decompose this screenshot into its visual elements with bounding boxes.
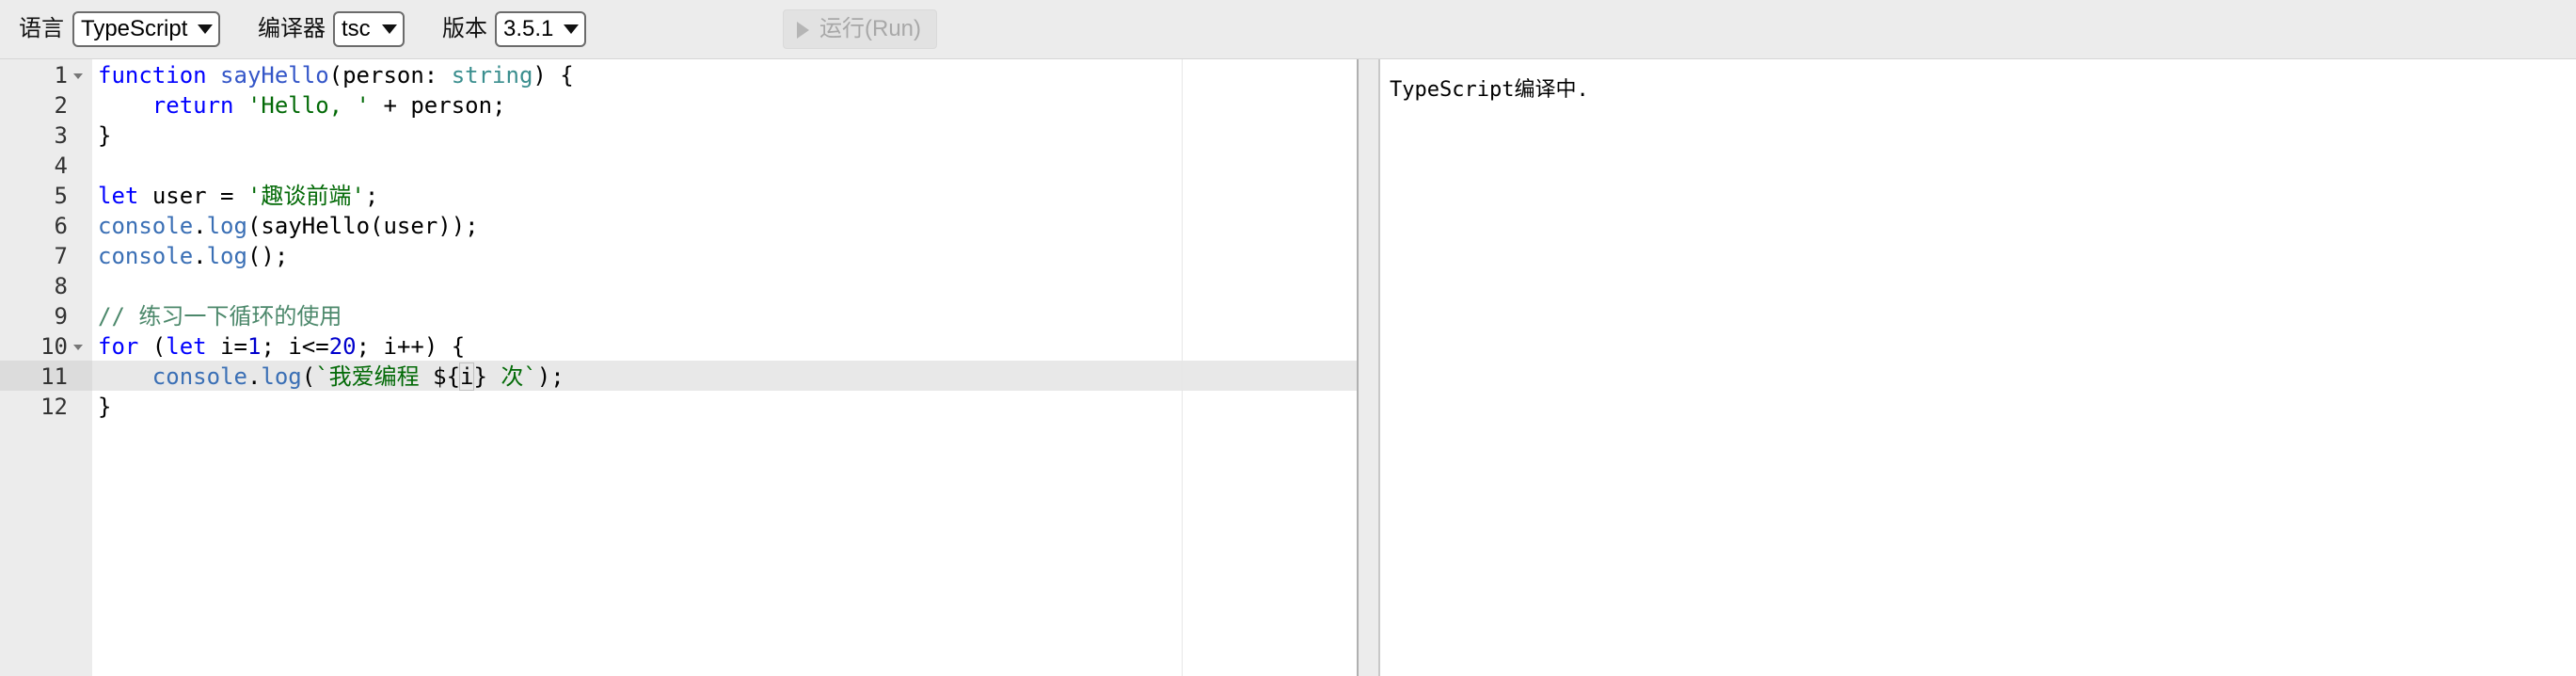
line-number: 3 bbox=[54, 122, 68, 149]
code-line[interactable]: 11 console.log(`我爱编程 ${i} 次`); bbox=[0, 362, 1357, 392]
line-number: 8 bbox=[54, 273, 68, 299]
code-text: function sayHello(person: string) { bbox=[98, 62, 574, 89]
code-text: console.log(); bbox=[98, 243, 289, 269]
code-line[interactable]: 8 bbox=[0, 271, 1357, 301]
code-line[interactable]: 1 function sayHello(person: string) { bbox=[0, 60, 1357, 90]
code-line[interactable]: 4 bbox=[0, 151, 1357, 181]
line-number: 1 bbox=[54, 62, 68, 89]
line-number: 12 bbox=[40, 394, 68, 420]
code-line[interactable]: 10 for (let i=1; i<=20; i++) { bbox=[0, 331, 1357, 362]
compiler-label: 编译器 bbox=[258, 16, 326, 41]
code-text: console.log(sayHello(user)); bbox=[98, 213, 479, 239]
line-number: 7 bbox=[54, 243, 68, 269]
line-number: 6 bbox=[54, 213, 68, 239]
code-editor[interactable]: 1 function sayHello(person: string) {2 re… bbox=[0, 59, 1359, 676]
compiler-select[interactable]: tsc bbox=[333, 11, 405, 47]
version-select[interactable]: 3.5.1 bbox=[495, 11, 586, 47]
code-text: // 练习一下循环的使用 bbox=[98, 303, 342, 330]
output-panel: TypeScript编译中. bbox=[1378, 59, 2576, 676]
version-label: 版本 bbox=[442, 16, 487, 41]
code-line[interactable]: 3} bbox=[0, 121, 1357, 151]
code-line[interactable]: 7 console.log(); bbox=[0, 241, 1357, 271]
chevron-down-icon bbox=[198, 24, 213, 34]
language-select-value: TypeScript bbox=[81, 16, 188, 41]
code-line[interactable]: 9 // 练习一下循环的使用 bbox=[0, 301, 1357, 331]
chevron-down-icon bbox=[564, 24, 579, 34]
fold-toggle-icon[interactable] bbox=[73, 345, 83, 350]
line-number: 5 bbox=[54, 183, 68, 209]
play-icon bbox=[797, 22, 809, 39]
code-text: } bbox=[98, 394, 112, 420]
code-line[interactable]: 6 console.log(sayHello(user)); bbox=[0, 211, 1357, 241]
code-text: return 'Hello, ' + person; bbox=[151, 92, 506, 119]
line-number: 2 bbox=[54, 92, 68, 119]
line-number: 10 bbox=[40, 333, 68, 360]
chevron-down-icon bbox=[382, 24, 397, 34]
line-number: 4 bbox=[54, 153, 68, 179]
run-button[interactable]: 运行(Run) bbox=[783, 9, 937, 49]
output-text: TypeScript编译中. bbox=[1390, 78, 1589, 102]
code-line[interactable]: 5 let user = '趣谈前端'; bbox=[0, 181, 1357, 211]
run-button-label: 运行(Run) bbox=[819, 16, 922, 41]
fold-toggle-icon[interactable] bbox=[73, 73, 83, 79]
code-text: let user = '趣谈前端'; bbox=[98, 183, 379, 209]
code-text: } bbox=[98, 122, 112, 149]
language-label: 语言 bbox=[19, 16, 64, 41]
toolbar: 语言 TypeScript 编译器 tsc 版本 3.5.1 运行(Run) bbox=[0, 0, 2576, 59]
code-line[interactable]: 2 return 'Hello, ' + person; bbox=[0, 90, 1357, 121]
code-text: for (let i=1; i<=20; i++) { bbox=[98, 333, 466, 360]
code-text: console.log(`我爱编程 ${i} 次`); bbox=[151, 362, 564, 391]
version-select-value: 3.5.1 bbox=[503, 16, 554, 41]
line-number: 11 bbox=[40, 363, 68, 390]
compiler-select-value: tsc bbox=[342, 16, 371, 41]
line-number: 9 bbox=[54, 303, 68, 330]
code-line[interactable]: 12} bbox=[0, 392, 1357, 422]
language-select[interactable]: TypeScript bbox=[72, 11, 220, 47]
